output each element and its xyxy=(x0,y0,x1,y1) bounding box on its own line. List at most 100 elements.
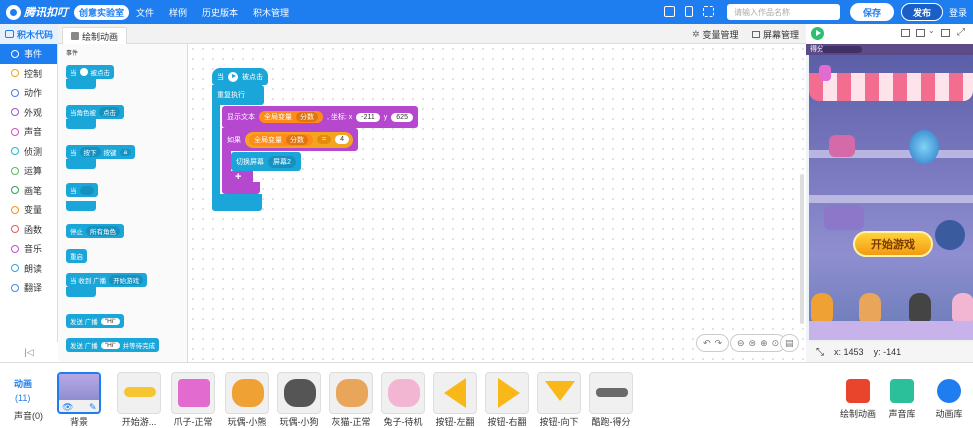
stage-scene[interactable]: 开始游戏 xyxy=(809,55,973,340)
block-restart[interactable]: 重启 xyxy=(66,249,87,263)
collapse-panel-button[interactable]: |◁ xyxy=(0,342,58,362)
category-item[interactable]: 动作 xyxy=(0,83,57,103)
menu-examples[interactable]: 样例 xyxy=(169,6,187,19)
redo-icon[interactable]: ↷ xyxy=(715,338,723,349)
block-when-condition[interactable]: 当 xyxy=(66,183,98,197)
project-name-input[interactable]: 请输入作品名称 xyxy=(727,4,840,20)
canvas-scrollbar[interactable] xyxy=(800,174,804,324)
stage-size-icon[interactable] xyxy=(916,29,925,37)
sprite-thumbnail[interactable] xyxy=(485,372,529,414)
stage-layout-icon[interactable] xyxy=(901,29,910,37)
sprite-thumbnail[interactable] xyxy=(171,372,215,414)
category-item[interactable]: 函数 xyxy=(0,220,57,240)
run-button[interactable] xyxy=(811,27,824,40)
sprite-thumbnail[interactable] xyxy=(117,372,161,414)
login-link[interactable]: 登录 xyxy=(949,6,967,19)
x-input[interactable]: -211 xyxy=(356,112,380,122)
block-input[interactable]: "Hi" xyxy=(100,341,120,349)
compare-input[interactable]: 4 xyxy=(335,135,349,144)
tab-draw-animation[interactable]: 绘制动画 xyxy=(62,27,128,44)
category-item[interactable]: 声音 xyxy=(0,122,57,142)
category-item[interactable]: 外观 xyxy=(0,103,57,123)
menu-file[interactable]: 文件 xyxy=(136,6,154,19)
category-item[interactable]: 画笔 xyxy=(0,181,57,201)
sprite-thumbnail[interactable] xyxy=(589,372,633,414)
sprite-thumbnail[interactable] xyxy=(537,372,581,414)
zoom-reset-icon[interactable]: ⊜ xyxy=(749,338,757,349)
save-button[interactable]: 保存 xyxy=(850,3,894,21)
desktop-view-icon[interactable] xyxy=(664,6,675,17)
block-dropdown[interactable]: 开始游戏 xyxy=(109,275,144,285)
menu-block-manage[interactable]: 积木管理 xyxy=(253,6,289,19)
block-input[interactable]: "Hi" xyxy=(100,317,120,325)
category-item[interactable]: 变量 xyxy=(0,200,57,220)
if-block[interactable]: 如果 全局变量 分数 = 4 xyxy=(222,128,358,151)
animation-library-tool[interactable]: 动画库 xyxy=(927,379,971,420)
variable-dropdown[interactable]: 分数 xyxy=(286,134,308,145)
expand-icon[interactable]: ⤢ xyxy=(957,27,965,38)
sprite-thumbnail[interactable] xyxy=(329,372,373,414)
category-item[interactable]: 侦测 xyxy=(0,142,57,162)
category-item[interactable]: 控制 xyxy=(0,64,57,84)
app-logo[interactable]: 腾讯扣叮 创意实验室 xyxy=(6,4,130,20)
block-dropdown[interactable]: 点击 xyxy=(99,107,120,117)
screen-manage-button[interactable]: 屏幕管理 xyxy=(752,28,799,41)
category-item[interactable]: 翻译 xyxy=(0,278,57,298)
sound-library-tool[interactable]: 声音库 xyxy=(880,379,924,420)
chevron-down-icon[interactable]: ⌄ xyxy=(928,26,935,35)
draw-animation-tool[interactable]: 绘制动画 xyxy=(836,379,880,420)
edit-icon[interactable]: ✎ xyxy=(89,402,97,412)
variable-manage-button[interactable]: ✲ 变量管理 xyxy=(692,28,739,41)
block-dropdown[interactable]: 按下 xyxy=(79,147,101,157)
dog-sprite xyxy=(909,293,931,323)
snap-toggle[interactable]: ▤ xyxy=(780,334,799,352)
zoom-out-icon[interactable]: ⊖ xyxy=(737,338,745,349)
sprite-thumbnail[interactable] xyxy=(225,372,269,414)
switch-screen-block[interactable]: 切换屏幕 屏幕2 xyxy=(231,152,301,171)
center-icon[interactable]: ⊙ xyxy=(772,338,780,349)
tab-block-code[interactable]: 积木代码 xyxy=(0,24,58,44)
block-send-broadcast-wait[interactable]: 发送 广播 "Hi" 并等待完成 xyxy=(66,338,160,352)
tab-sounds[interactable]: 声音(0) xyxy=(14,409,43,422)
undo-icon[interactable]: ↶ xyxy=(703,338,711,349)
variable-reporter[interactable]: 全局变量 分数 xyxy=(249,133,313,146)
fullscreen-icon[interactable] xyxy=(703,6,714,17)
equals-operator-block[interactable]: 全局变量 分数 = 4 xyxy=(245,131,353,148)
block-when-flag-clicked[interactable]: 当 被点击 xyxy=(66,65,114,79)
variable-reporter[interactable]: 全局变量 分数 xyxy=(259,111,323,123)
repeat-forever-block[interactable]: 重复执行 xyxy=(212,85,264,105)
menu-history[interactable]: 历史版本 xyxy=(202,6,238,19)
block-when-broadcast-received[interactable]: 当 收到 广播 开始游戏 xyxy=(66,273,148,287)
script-canvas[interactable]: 当 被点击 重复执行 显示文本 全局变量 分数 , 坐标: x -211 y 62… xyxy=(188,44,806,362)
variable-dropdown[interactable]: 分数 xyxy=(296,112,318,122)
zoom-in-icon[interactable]: ⊕ xyxy=(760,338,768,349)
block-when-sprite-clicked[interactable]: 当角色被 点击 xyxy=(66,105,124,119)
sprite-thumbnail[interactable] xyxy=(433,372,477,414)
sprite-thumbnail[interactable]: 👁 ✎ xyxy=(57,372,101,414)
y-input[interactable]: 625 xyxy=(391,112,413,122)
mobile-view-icon[interactable] xyxy=(685,6,693,17)
toy-car xyxy=(824,205,864,230)
tab-animations[interactable]: 动画 xyxy=(14,377,32,390)
hat-block-when-clicked[interactable]: 当 被点击 xyxy=(212,68,268,85)
expand-stage-icon[interactable]: ⤡ xyxy=(816,347,824,358)
category-item[interactable]: 音乐 xyxy=(0,239,57,259)
screen-dropdown[interactable]: 屏幕2 xyxy=(268,155,296,168)
block-dropdown[interactable]: a xyxy=(119,148,132,156)
sprite-thumbnail[interactable] xyxy=(381,372,425,414)
block-when-key-pressed[interactable]: 当按下 按键 a xyxy=(66,145,136,159)
category-item[interactable]: 运算 xyxy=(0,161,57,181)
start-game-button[interactable]: 开始游戏 xyxy=(853,231,933,257)
operator-dropdown[interactable]: = xyxy=(317,135,332,144)
sprite-thumbnail[interactable] xyxy=(277,372,321,414)
block-send-broadcast[interactable]: 发送 广播 "Hi" xyxy=(66,314,124,328)
category-item[interactable]: 事件 xyxy=(0,44,57,64)
publish-button[interactable]: 发布 xyxy=(901,3,943,21)
show-text-block[interactable]: 显示文本 全局变量 分数 , 坐标: x -211 y 625 xyxy=(222,106,418,128)
block-dropdown[interactable]: 所有角色 xyxy=(86,226,120,236)
block-stop[interactable]: 停止 所有角色 xyxy=(66,224,124,238)
eye-icon[interactable]: 👁 xyxy=(62,402,73,412)
stage-grid-icon[interactable] xyxy=(941,29,950,37)
category-item[interactable]: 朗读 xyxy=(0,259,57,279)
add-else-button[interactable]: + xyxy=(231,171,253,184)
